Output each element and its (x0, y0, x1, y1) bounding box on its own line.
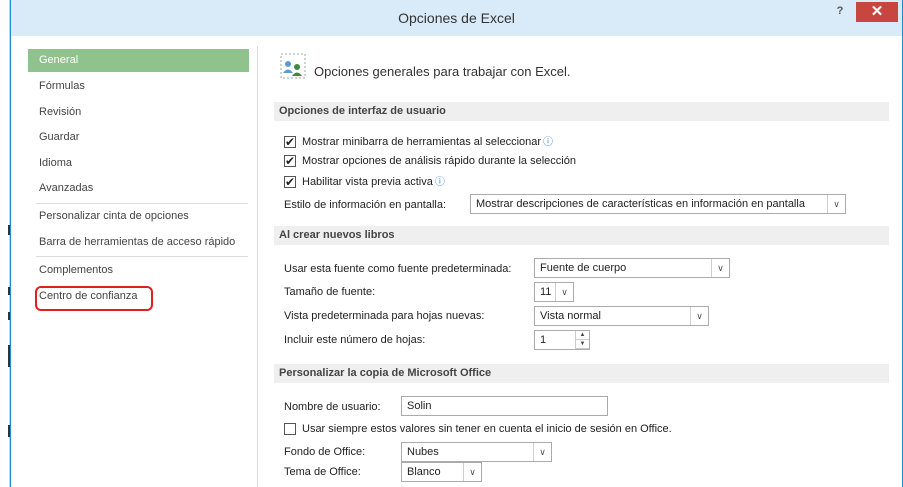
sidebar-item-formulas[interactable]: Fórmulas (28, 75, 249, 98)
sidebar-item-general[interactable]: General (28, 49, 249, 72)
checkbox-live-preview[interactable] (284, 173, 296, 191)
font-size-select[interactable]: 11 ∨ (534, 282, 574, 302)
default-font-value: Fuente de cuerpo (540, 262, 627, 274)
user-name-label: Nombre de usuario: (284, 401, 381, 413)
sheet-count-value: 1 (540, 334, 547, 346)
chevron-down-icon: ∨ (711, 259, 729, 277)
sheet-count-stepper[interactable]: 1 ▲ ▼ (534, 330, 590, 350)
checkbox-minibar[interactable] (284, 133, 296, 151)
options-main-panel: Opciones generales para trabajar con Exc… (269, 36, 902, 487)
user-name-input[interactable]: Solin (401, 396, 608, 416)
default-font-label: Usar esta fuente como fuente predetermin… (284, 263, 512, 275)
sidebar-item-idioma[interactable]: Idioma (28, 152, 249, 175)
office-background-value: Nubes (407, 446, 439, 458)
section-office-copy: Personalizar la copia de Microsoft Offic… (274, 364, 889, 383)
checkbox-quick-analysis-label: Mostrar opciones de análisis rápido dura… (302, 155, 576, 167)
spin-down-icon[interactable]: ▼ (576, 340, 589, 349)
sidebar-item-avanzadas[interactable]: Avanzadas (28, 177, 249, 200)
chevron-down-icon: ∨ (827, 195, 845, 213)
office-theme-value: Blanco (407, 466, 441, 478)
excel-options-dialog: Opciones de Excel ? ✕ General Fórmulas R… (10, 0, 903, 487)
annotation-highlight-ring (35, 286, 153, 311)
office-theme-select[interactable]: Blanco ∨ (401, 462, 482, 482)
checkbox-always-use[interactable] (284, 423, 296, 435)
sheet-count-label: Incluir este número de hojas: (284, 334, 426, 346)
default-view-label: Vista predeterminada para hojas nuevas: (284, 310, 485, 322)
tooltip-style-select[interactable]: Mostrar descripciones de características… (470, 194, 846, 214)
chevron-down-icon: ∨ (463, 463, 481, 481)
tooltip-style-label: Estilo de información en pantalla: (284, 199, 447, 211)
section-ui-options: Opciones de interfaz de usuario (274, 102, 889, 121)
background-window-edge (0, 0, 10, 487)
checkbox-always-use-label: Usar siempre estos valores sin tener en … (302, 423, 672, 435)
sidebar-item-complementos[interactable]: Complementos (28, 259, 249, 282)
sidebar-item-personalizar-cinta[interactable]: Personalizar cinta de opciones (28, 205, 249, 228)
checkbox-quick-analysis[interactable] (284, 152, 296, 170)
sidebar-separator (36, 203, 248, 204)
office-background-label: Fondo de Office: (284, 446, 366, 458)
office-theme-label: Tema de Office: (284, 466, 361, 478)
checkbox-minibar-label: Mostrar minibarra de herramientas al sel… (302, 136, 542, 148)
font-size-value: 11 (540, 286, 552, 298)
tooltip-style-value: Mostrar descripciones de características… (476, 198, 805, 210)
close-button[interactable]: ✕ (856, 2, 898, 22)
chevron-down-icon: ∨ (533, 443, 551, 461)
info-icon[interactable]: ⓘ (435, 177, 445, 188)
chevron-down-icon: ∨ (555, 283, 573, 301)
chevron-down-icon: ∨ (690, 307, 708, 325)
font-size-label: Tamaño de fuente: (284, 286, 376, 298)
sidebar-item-barra-acceso-rapido[interactable]: Barra de herramientas de acceso rápido (28, 231, 249, 254)
stepper-buttons[interactable]: ▲ ▼ (575, 331, 589, 349)
info-icon[interactable]: ⓘ (543, 137, 553, 148)
sidebar-separator (36, 256, 248, 257)
section-new-workbooks: Al crear nuevos libros (274, 226, 889, 245)
sidebar-item-revision[interactable]: Revisión (28, 101, 249, 124)
spin-up-icon[interactable]: ▲ (576, 331, 589, 340)
options-sidebar: General Fórmulas Revisión Guardar Idioma… (28, 46, 258, 487)
page-header: Opciones generales para trabajar con Exc… (314, 64, 571, 79)
dialog-title: Opciones de Excel (398, 10, 515, 26)
default-view-value: Vista normal (540, 310, 601, 322)
default-font-select[interactable]: Fuente de cuerpo ∨ (534, 258, 730, 278)
help-button[interactable]: ? (833, 5, 847, 19)
sidebar-item-guardar[interactable]: Guardar (28, 126, 249, 149)
people-icon (280, 53, 306, 79)
default-view-select[interactable]: Vista normal ∨ (534, 306, 709, 326)
office-background-select[interactable]: Nubes ∨ (401, 442, 552, 462)
title-bar[interactable]: Opciones de Excel ? ✕ (11, 0, 902, 36)
checkbox-live-preview-label: Habilitar vista previa activa (302, 176, 433, 188)
